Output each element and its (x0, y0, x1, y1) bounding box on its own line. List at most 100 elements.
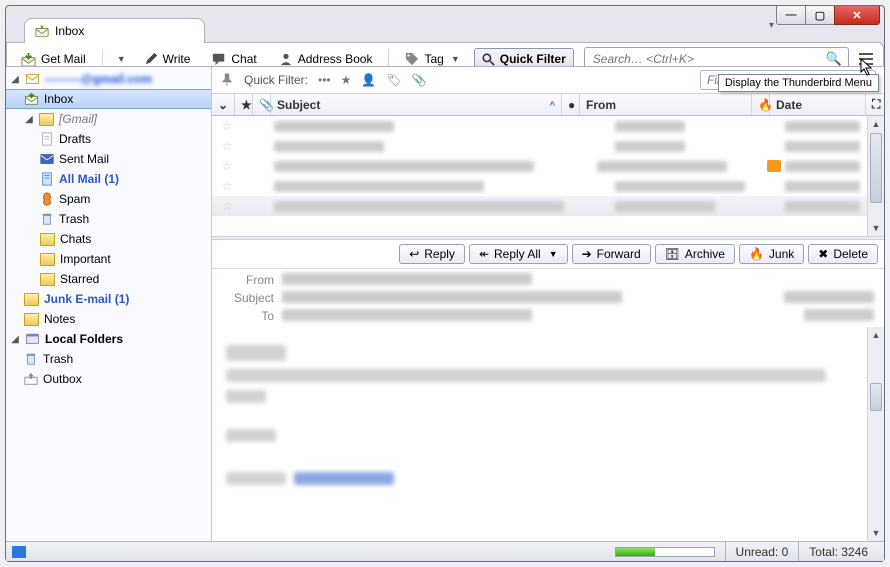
account-local-folders[interactable]: ◢ Local Folders (6, 329, 211, 349)
sidebar-item-label: Outbox (43, 372, 82, 386)
qf-unread-icon[interactable]: ••• (318, 73, 331, 87)
status-total: Total: 3246 (798, 542, 878, 561)
quick-filter-label: Quick Filter: (244, 73, 308, 87)
sidebar-item-label: Chats (60, 232, 91, 246)
folder-icon (39, 113, 54, 126)
pin-icon[interactable] (220, 73, 234, 87)
col-picker[interactable]: ⛶ (866, 94, 884, 115)
sidebar-item-label: Inbox (44, 92, 73, 106)
folder-icon (24, 313, 39, 326)
qf-attach-icon[interactable]: 📎 (412, 73, 427, 87)
sidebar-item-label: Junk E-mail (1) (44, 292, 129, 306)
col-subject[interactable]: Subject (271, 94, 562, 115)
account-icon (25, 72, 40, 86)
sidebar-item-important[interactable]: Important (6, 249, 211, 269)
sidebar-item-label: Spam (59, 192, 90, 206)
reply-all-icon: ↞ (479, 247, 489, 261)
sidebar-item-spam[interactable]: Spam (6, 189, 211, 209)
col-star[interactable]: ★ (235, 94, 253, 115)
col-attach[interactable]: 📎 (253, 94, 271, 115)
archive-button[interactable]: 🗄Archive (655, 244, 735, 264)
sidebar-item-drafts[interactable]: Drafts (6, 129, 211, 149)
tag-label: Tag (424, 52, 443, 66)
app-window: — ▢ ✕ Inbox ▾ Get Mail ▼ Write Chat Addr… (5, 5, 885, 562)
col-from[interactable]: From (580, 94, 752, 115)
tabstrip-dropdown[interactable]: ▾ (769, 20, 774, 31)
folder-icon (40, 253, 55, 266)
header-label-to: To (222, 309, 282, 323)
sidebar-item-outbox[interactable]: Outbox (6, 369, 211, 389)
col-junk[interactable]: 🔥 (752, 94, 770, 115)
outbox-icon (24, 372, 38, 386)
chevron-down-icon[interactable]: ▼ (549, 249, 558, 259)
sidebar-item-starred[interactable]: Starred (6, 269, 211, 289)
sent-icon (40, 152, 54, 166)
sidebar-item-allmail[interactable]: All Mail (1) (6, 169, 211, 189)
message-headers: From Subject To (212, 269, 884, 327)
qf-contact-icon[interactable]: 👤 (361, 73, 376, 87)
message-row[interactable]: ☆ (212, 196, 884, 216)
sidebar-item-sent[interactable]: Sent Mail (6, 149, 211, 169)
header-value (282, 273, 532, 285)
tabstrip: Inbox ▾ (6, 9, 884, 42)
folder-icon (24, 293, 39, 306)
status-unread: Unread: 0 (725, 542, 799, 561)
sidebar-item-label: Local Folders (45, 332, 123, 346)
message-row[interactable]: ☆ (212, 176, 884, 196)
tab-inbox[interactable]: Inbox (24, 18, 205, 43)
sidebar-item-label: Starred (60, 272, 99, 286)
header-label-from: From (222, 273, 282, 287)
activity-icon[interactable] (12, 546, 26, 558)
search-icon[interactable]: 🔍 (826, 51, 842, 67)
delete-button[interactable]: ✖Delete (808, 244, 878, 264)
account-gmail[interactable]: ◢ ———@gmail.com (6, 69, 211, 89)
forward-button[interactable]: ➔Forward (572, 244, 651, 264)
drafts-icon (40, 132, 54, 146)
tab-label: Inbox (55, 24, 84, 38)
message-row[interactable]: ☆ (212, 116, 884, 136)
message-columns: ⌄ ★ 📎 Subject ● From 🔥 Date ⛶ (212, 94, 884, 116)
sidebar-item-local-trash[interactable]: Trash (6, 349, 211, 369)
reply-all-button[interactable]: ↞Reply All▼ (469, 244, 568, 264)
main-pane: Quick Filter: ••• ★ 👤 🏷 📎 ⌄ ★ 📎 Subject … (212, 67, 884, 541)
qf-tag-icon[interactable]: 🏷 (386, 73, 401, 87)
sidebar-item-gmail[interactable]: ◢ [Gmail] (6, 109, 211, 129)
sidebar-item-label: Sent Mail (59, 152, 109, 166)
address-book-icon (279, 52, 293, 66)
sidebar-item-label: All Mail (1) (59, 172, 119, 186)
sidebar-item-junk[interactable]: Junk E-mail (1) (6, 289, 211, 309)
message-list: ▲▼ ☆ ☆ ☆ ☆ ☆ (212, 116, 884, 236)
magnifier-icon (482, 53, 495, 66)
reply-icon: ↩ (409, 247, 419, 261)
sidebar-item-trash[interactable]: Trash (6, 209, 211, 229)
col-thread[interactable]: ⌄ (212, 94, 235, 115)
header-label-subject: Subject (222, 291, 282, 305)
message-row[interactable]: ☆ (212, 156, 884, 176)
sidebar-item-notes[interactable]: Notes (6, 309, 211, 329)
sidebar-item-label: Important (60, 252, 111, 266)
header-other (804, 309, 874, 321)
col-date[interactable]: Date (770, 94, 866, 115)
junk-icon: 🔥 (749, 247, 764, 261)
get-mail-icon (21, 52, 36, 67)
sidebar-item-label: Drafts (59, 132, 91, 146)
minimize-button[interactable]: — (776, 6, 806, 25)
col-read[interactable]: ● (562, 94, 580, 115)
chat-label: Chat (231, 52, 256, 66)
sidebar-item-inbox[interactable]: Inbox (6, 89, 211, 109)
address-book-label: Address Book (298, 52, 373, 66)
message-row[interactable]: ☆ (212, 136, 884, 156)
close-button[interactable]: ✕ (834, 6, 880, 25)
junk-button[interactable]: 🔥Junk (739, 244, 804, 264)
msglist-scrollbar[interactable]: ▲▼ (867, 116, 884, 236)
inbox-icon (24, 92, 39, 106)
trash-icon (24, 352, 38, 366)
preview-toolbar: ↩Reply ↞Reply All▼ ➔Forward 🗄Archive 🔥Ju… (212, 240, 884, 269)
sidebar-item-chats[interactable]: Chats (6, 229, 211, 249)
reply-button[interactable]: ↩Reply (399, 244, 465, 264)
progress-bar (615, 547, 715, 557)
maximize-button[interactable]: ▢ (805, 6, 835, 25)
preview-scrollbar[interactable]: ▲▼ (867, 327, 884, 541)
qf-star-icon[interactable]: ★ (341, 73, 352, 87)
sidebar-item-label: Trash (43, 352, 73, 366)
